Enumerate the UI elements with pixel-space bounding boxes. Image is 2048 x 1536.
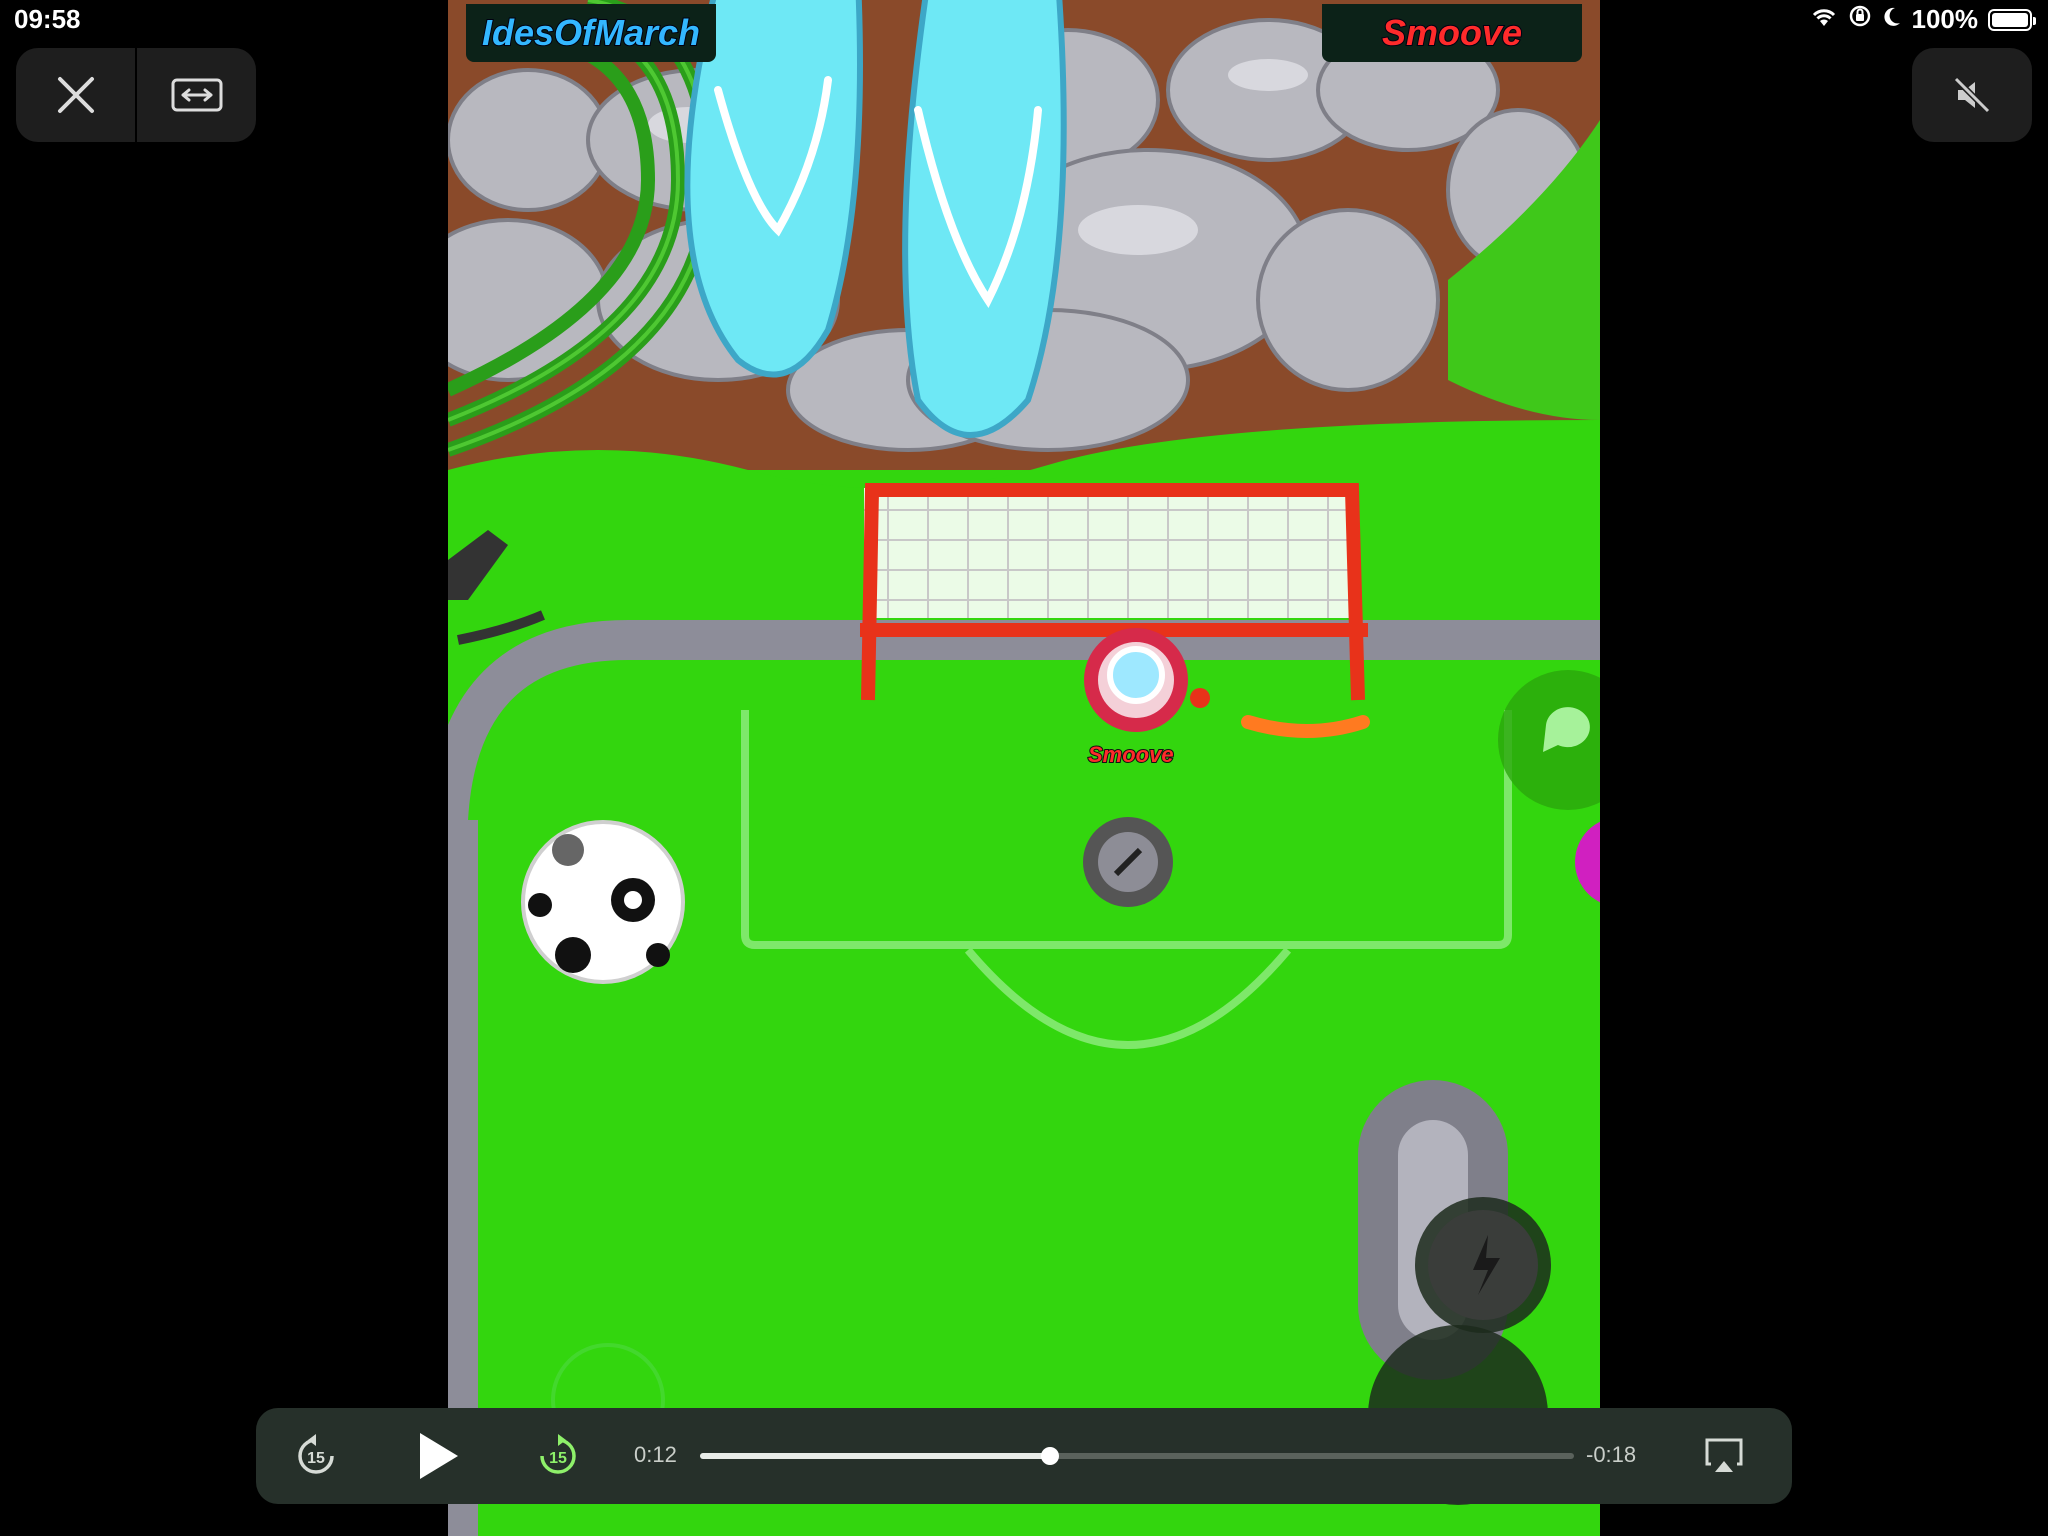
skip-forward-15-icon: 15: [540, 1434, 576, 1474]
airplay-icon: [1705, 1438, 1743, 1472]
airplay-button[interactable]: [1696, 1428, 1752, 1484]
player-name-left: IdesOfMarch: [466, 4, 716, 62]
battery-percent: 100%: [1911, 4, 1979, 34]
expand-horizontal-icon: [171, 78, 222, 112]
status-icons: 100%: [1810, 4, 2036, 35]
battery-icon: [1988, 8, 2036, 31]
scrubber-progress: [700, 1453, 1050, 1459]
wifi-icon: [1810, 4, 1838, 35]
moon-icon: [1882, 4, 1902, 35]
top-left-controls: [16, 48, 256, 142]
skip-back-15-icon: 15: [298, 1434, 334, 1474]
status-time: 09:58: [14, 4, 81, 34]
elapsed-time: 0:12: [634, 1442, 677, 1467]
speaker-muted-icon: [1953, 76, 1991, 114]
video-frame[interactable]: IdesOfMarch Smoove Smoove: [448, 0, 1600, 1536]
game-scene: [448, 0, 1600, 1536]
play-button[interactable]: [406, 1424, 470, 1488]
orientation-lock-icon: [1848, 4, 1872, 35]
play-icon: [420, 1433, 458, 1479]
close-button[interactable]: [16, 48, 135, 142]
mute-button[interactable]: [1912, 48, 2032, 142]
player-name-right: Smoove: [1322, 4, 1582, 62]
scrubber-thumb[interactable]: [1040, 1447, 1059, 1465]
fullscreen-button[interactable]: [135, 48, 256, 142]
scrubber-track[interactable]: [700, 1447, 1574, 1465]
skip-back-button[interactable]: 15: [286, 1426, 346, 1486]
remaining-time: -0:18: [1586, 1442, 1637, 1467]
close-icon: [57, 77, 94, 113]
skip-forward-button[interactable]: 15: [528, 1426, 588, 1486]
skip-back-label: 15: [307, 1450, 325, 1467]
video-controls-bar: 15 15 0:12 -0:18: [256, 1408, 1792, 1504]
player-tag: Smoove: [1087, 741, 1175, 768]
skip-forward-label: 15: [549, 1450, 567, 1467]
